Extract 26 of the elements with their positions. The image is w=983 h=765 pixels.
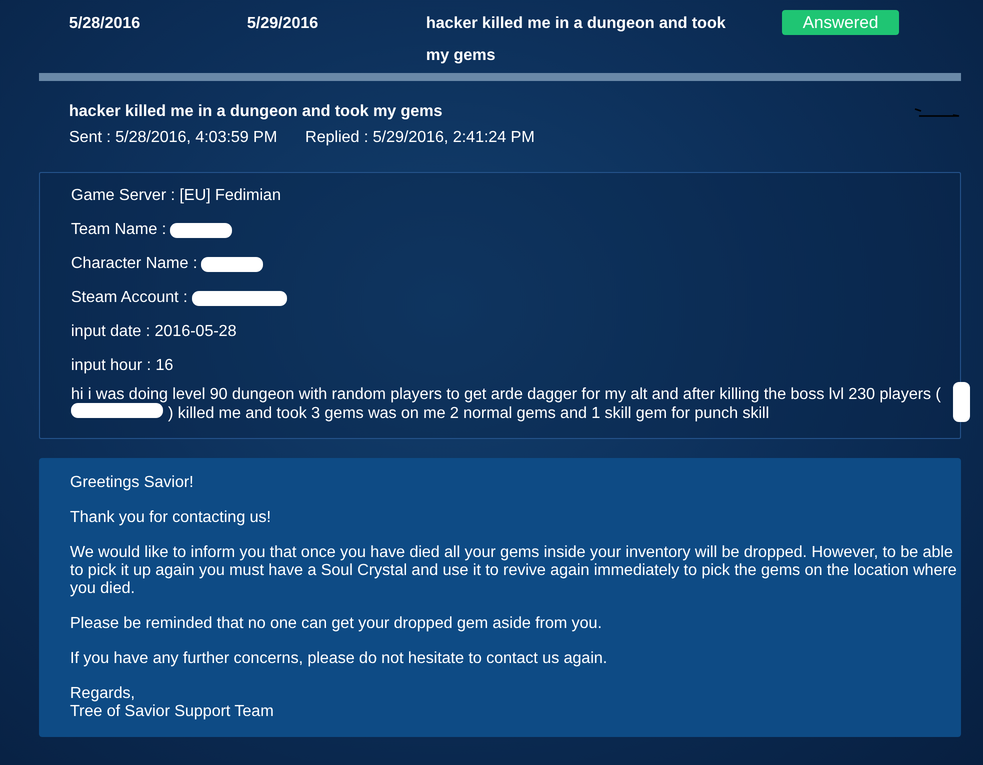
request-field: Steam Account :	[71, 288, 188, 308]
reply-paragraph: Greetings Savior!	[70, 474, 195, 492]
message-text: ) killed me and took 3 gems was on me 2 normal gems and 1 skill gem for punch skill	[168, 405, 770, 422]
request-field: Game Server : [EU] Fedimian	[71, 186, 281, 206]
reply-paragraph: If you have any further concerns, please do not hesitate to contact us again.	[70, 650, 608, 668]
request-field: Character Name :	[71, 254, 198, 274]
closing: Regards,	[70, 685, 136, 703]
ticket-subject[interactable]: hacker killed me in a dungeon and took my gems	[426, 8, 741, 72]
replied-date: 5/29/2016	[247, 14, 320, 34]
replied-time: Replied : 5/29/2016, 2:41:24 PM	[305, 128, 535, 148]
sent-date: 5/28/2016	[69, 14, 142, 34]
redaction-mark	[201, 256, 264, 272]
request-field: input hour : 16	[71, 356, 174, 376]
status-badge: Answered	[782, 10, 899, 35]
request-field: input date : 2016-05-28	[71, 322, 236, 342]
sent-time: Sent : 5/28/2016, 4:03:59 PM	[69, 128, 278, 148]
reply-paragraph: Thank you for contacting us!	[70, 509, 272, 527]
message-text: hi i was doing level 90 dungeon with random players to get arde dagger for my alt and after killing the boss lvl 230 players (	[71, 386, 941, 403]
redaction-mark	[170, 222, 232, 238]
reply-paragraph: We would like to inform you that once you have died all your gems inside your inventory will be dropped. However, to be able to pick it up again you must have a Soul Crystal and use it to revive again immediately to pick the gems on the location where you died.	[70, 544, 958, 598]
redaction-mark	[953, 382, 970, 422]
signature: Tree of Savior Support Team	[70, 703, 275, 721]
ticket-title: hacker killed me in a dungeon and took my gems	[69, 102, 444, 122]
scribble-icon	[913, 108, 961, 118]
request-field: Team Name :	[71, 220, 166, 240]
reply-paragraph: Please be reminded that no one can get your dropped gem aside from you.	[70, 615, 603, 633]
